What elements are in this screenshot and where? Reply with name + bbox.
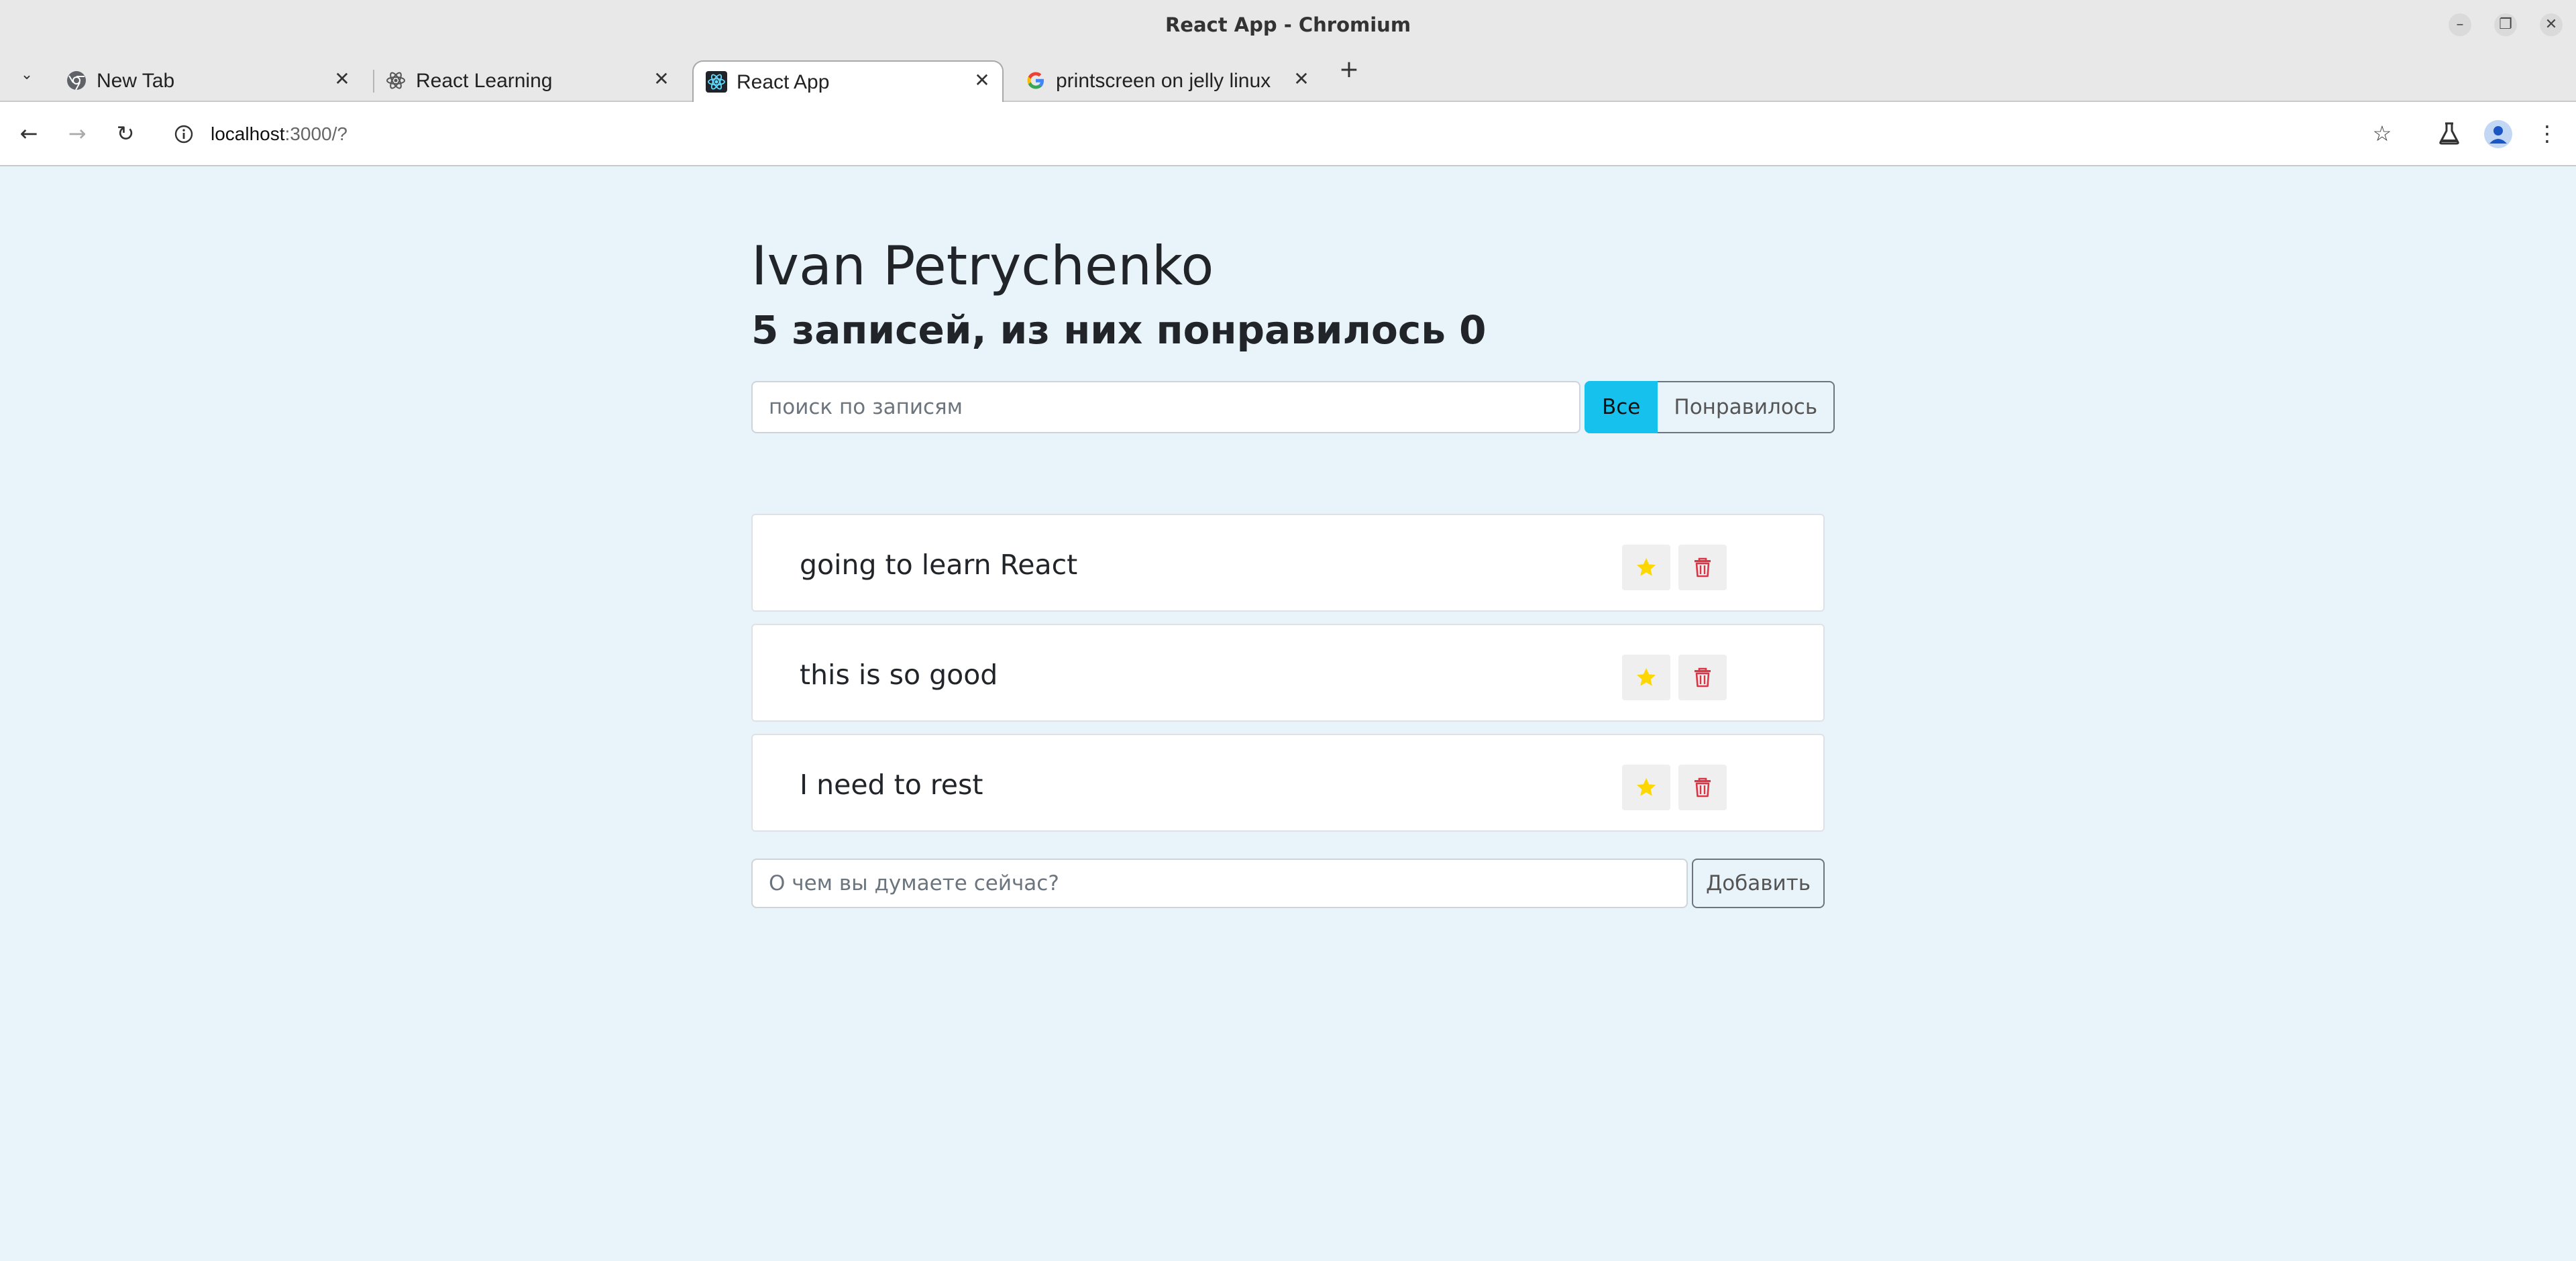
star-icon	[1637, 778, 1656, 796]
tab-react-learning[interactable]: React Learning ✕	[373, 60, 683, 102]
browser-toolbar: ← → ↻ localhost:3000/? ☆ ⋮	[0, 102, 2576, 166]
post-label[interactable]: I need to rest	[800, 769, 983, 801]
tab-react-app[interactable]: React App ✕	[692, 60, 1004, 103]
star-button[interactable]	[1622, 655, 1670, 700]
add-post-button[interactable]: Добавить	[1692, 859, 1825, 908]
reload-icon[interactable]: ↻	[110, 118, 141, 149]
delete-button[interactable]	[1678, 545, 1727, 590]
trash-icon	[1695, 557, 1711, 578]
url-text[interactable]: localhost:3000/?	[211, 123, 347, 145]
tab-label: printscreen on jelly linux	[1056, 70, 1271, 92]
trash-icon	[1695, 777, 1711, 798]
react-icon	[706, 71, 727, 93]
tab-close-icon[interactable]: ✕	[330, 67, 354, 91]
tab-close-icon[interactable]: ✕	[970, 68, 994, 93]
app-title: Ivan Petrychenko	[751, 235, 1214, 297]
new-tab-button[interactable]: +	[1337, 58, 1361, 82]
labs-flask-icon[interactable]	[2436, 121, 2462, 146]
chromium-icon	[67, 71, 86, 91]
trash-icon	[1695, 667, 1711, 688]
post-label[interactable]: this is so good	[800, 659, 998, 691]
browser-menu-icon[interactable]: ⋮	[2532, 118, 2563, 149]
tab-label: React Learning	[416, 70, 553, 92]
list-item[interactable]: this is so good	[751, 624, 1825, 722]
delete-button[interactable]	[1678, 655, 1727, 700]
tab-label: React App	[737, 71, 830, 93]
search-input[interactable]	[751, 381, 1580, 433]
tab-new-tab[interactable]: New Tab ✕	[54, 60, 364, 102]
post-label[interactable]: going to learn React	[800, 549, 1077, 581]
filter-liked-button[interactable]: Понравилось	[1658, 381, 1835, 433]
tab-close-icon[interactable]: ✕	[649, 67, 674, 91]
page-viewport: Ivan Petrychenko 5 записей, из них понра…	[0, 168, 2576, 1261]
site-info-icon[interactable]	[173, 123, 195, 145]
restore-icon[interactable]: ❐	[2494, 13, 2517, 36]
star-button[interactable]	[1622, 545, 1670, 590]
url-host: localhost	[211, 123, 285, 144]
tab-search-dropdown-icon[interactable]: ⌄	[15, 63, 39, 87]
list-item[interactable]: I need to rest	[751, 734, 1825, 832]
tab-close-icon[interactable]: ✕	[1289, 67, 1313, 91]
tab-label: New Tab	[97, 70, 175, 92]
google-icon	[1027, 72, 1044, 89]
delete-button[interactable]	[1678, 765, 1727, 810]
star-button[interactable]	[1622, 765, 1670, 810]
window-title: React App - Chromium	[1165, 13, 1411, 36]
filter-button-group: Все Понравилось	[1585, 381, 1835, 433]
profile-avatar-icon[interactable]	[2483, 119, 2513, 149]
forward-icon[interactable]: →	[62, 118, 93, 149]
address-bar[interactable]: localhost:3000/?	[161, 114, 2402, 154]
window-close-icon[interactable]: ✕	[2540, 13, 2563, 36]
window-title-bar: React App - Chromium – ❐ ✕	[0, 0, 2576, 50]
star-icon	[1637, 668, 1656, 686]
url-path: :3000/?	[284, 123, 347, 144]
posts-counter: 5 записей, из них понравилось 0	[751, 307, 1487, 353]
star-icon	[1637, 558, 1656, 576]
tab-printscreen-search[interactable]: printscreen on jelly linux ✕	[1013, 60, 1323, 102]
back-icon[interactable]: ←	[13, 118, 44, 149]
react-icon	[386, 72, 405, 89]
filter-all-button[interactable]: Все	[1585, 381, 1658, 433]
bookmark-star-icon[interactable]: ☆	[2367, 118, 2398, 149]
new-post-input[interactable]	[751, 859, 1688, 908]
tab-strip: ⌄ New Tab ✕ React Learning ✕ React App ✕…	[0, 50, 2576, 103]
minimize-icon[interactable]: –	[2449, 13, 2471, 36]
list-item[interactable]: going to learn React	[751, 514, 1825, 612]
